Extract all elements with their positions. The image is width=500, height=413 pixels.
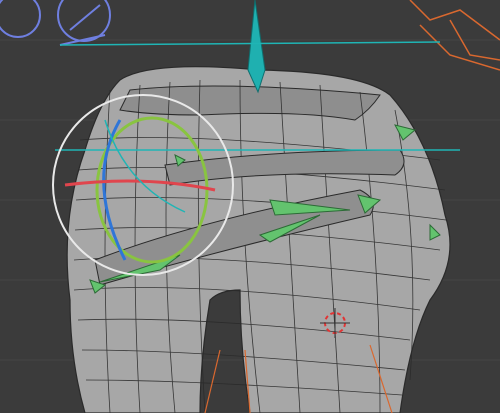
orange-wire-object: [409, 0, 500, 71]
3d-viewport[interactable]: [0, 0, 500, 413]
viewport-scene[interactable]: [0, 0, 500, 413]
pose-control-circles[interactable]: [0, 0, 111, 46]
